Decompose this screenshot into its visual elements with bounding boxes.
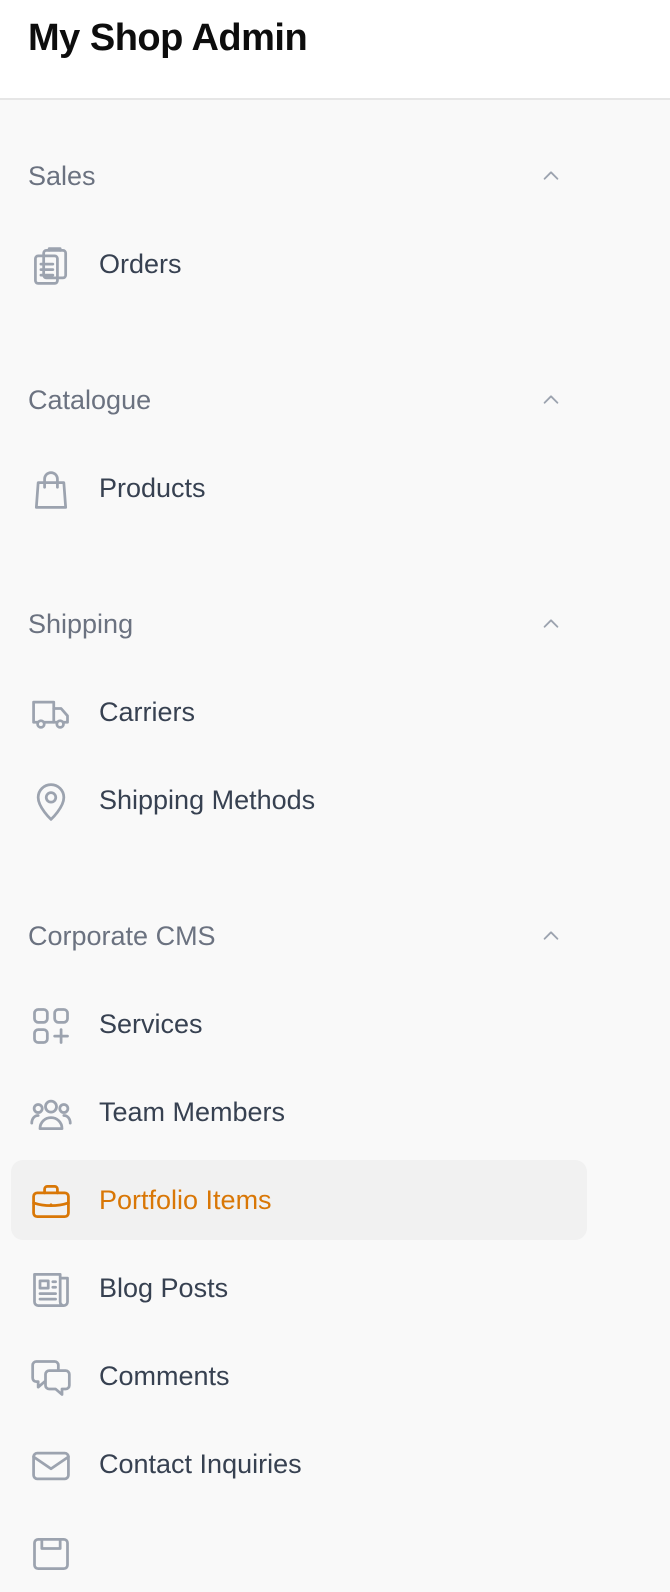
newspaper-icon — [33, 1273, 69, 1307]
group-header-sales[interactable]: Sales — [0, 151, 600, 201]
sidebar-item-portfolio-items[interactable]: Portfolio Items — [11, 1160, 587, 1240]
sidebar-item-label: Team Members — [99, 1097, 286, 1127]
sidebar-item-team-members[interactable]: Team Members — [11, 1072, 587, 1152]
group-label: Sales — [28, 161, 96, 191]
sidebar-item-next-partial[interactable] — [11, 1512, 587, 1592]
group-label: Corporate CMS — [28, 921, 216, 951]
chevron-up-icon — [543, 931, 559, 940]
archive-icon — [33, 1537, 69, 1571]
sidebar-item-label: Contact Inquiries — [99, 1449, 302, 1479]
sidebar-item-label: Comments — [99, 1361, 230, 1391]
truck-icon — [32, 700, 69, 729]
chevron-up-icon — [543, 171, 559, 180]
envelope-icon — [32, 1451, 70, 1481]
clipboard-icon — [34, 247, 68, 285]
app-title: My Shop Admin — [28, 17, 308, 59]
sidebar-item-label: Carriers — [99, 697, 196, 727]
group-header-shipping[interactable]: Shipping — [0, 599, 600, 649]
briefcase-icon — [32, 1185, 70, 1219]
sidebar-item-label: Shipping Methods — [99, 785, 316, 815]
sidebar-item-label: Blog Posts — [99, 1273, 229, 1303]
sidebar-item-services[interactable]: Services — [11, 984, 587, 1064]
sidebar-item-carriers[interactable]: Carriers — [11, 672, 587, 752]
shopping-bag-icon — [34, 471, 68, 509]
sidebar-item-label: Orders — [99, 249, 182, 279]
group-header-catalogue[interactable]: Catalogue — [0, 375, 600, 425]
group-header-corporate-cms[interactable]: Corporate CMS — [0, 911, 600, 961]
sidebar-item-comments[interactable]: Comments — [11, 1336, 587, 1416]
user-group-icon — [30, 1099, 72, 1131]
sidebar-item-shipping-methods[interactable]: Shipping Methods — [11, 760, 587, 840]
sidebar-item-label: Products — [99, 473, 206, 503]
top-bar: My Shop Admin — [0, 0, 670, 100]
sidebar-item-products[interactable]: Products — [11, 448, 587, 528]
map-pin-icon — [36, 783, 66, 821]
group-label: Catalogue — [28, 385, 152, 415]
chat-bubbles-icon — [31, 1360, 71, 1396]
sidebar-item-blog-posts[interactable]: Blog Posts — [11, 1248, 587, 1328]
group-label: Shipping — [28, 609, 134, 639]
sidebar-item-label: Services — [99, 1009, 203, 1039]
sidebar-item-label: Portfolio Items — [99, 1185, 272, 1215]
sidebar-item-contact-inquiries[interactable]: Contact Inquiries — [11, 1424, 587, 1504]
sidebar-item-orders[interactable]: Orders — [11, 224, 587, 304]
chevron-up-icon — [543, 395, 559, 404]
chevron-up-icon — [543, 619, 559, 628]
squares-plus-icon — [33, 1008, 69, 1044]
